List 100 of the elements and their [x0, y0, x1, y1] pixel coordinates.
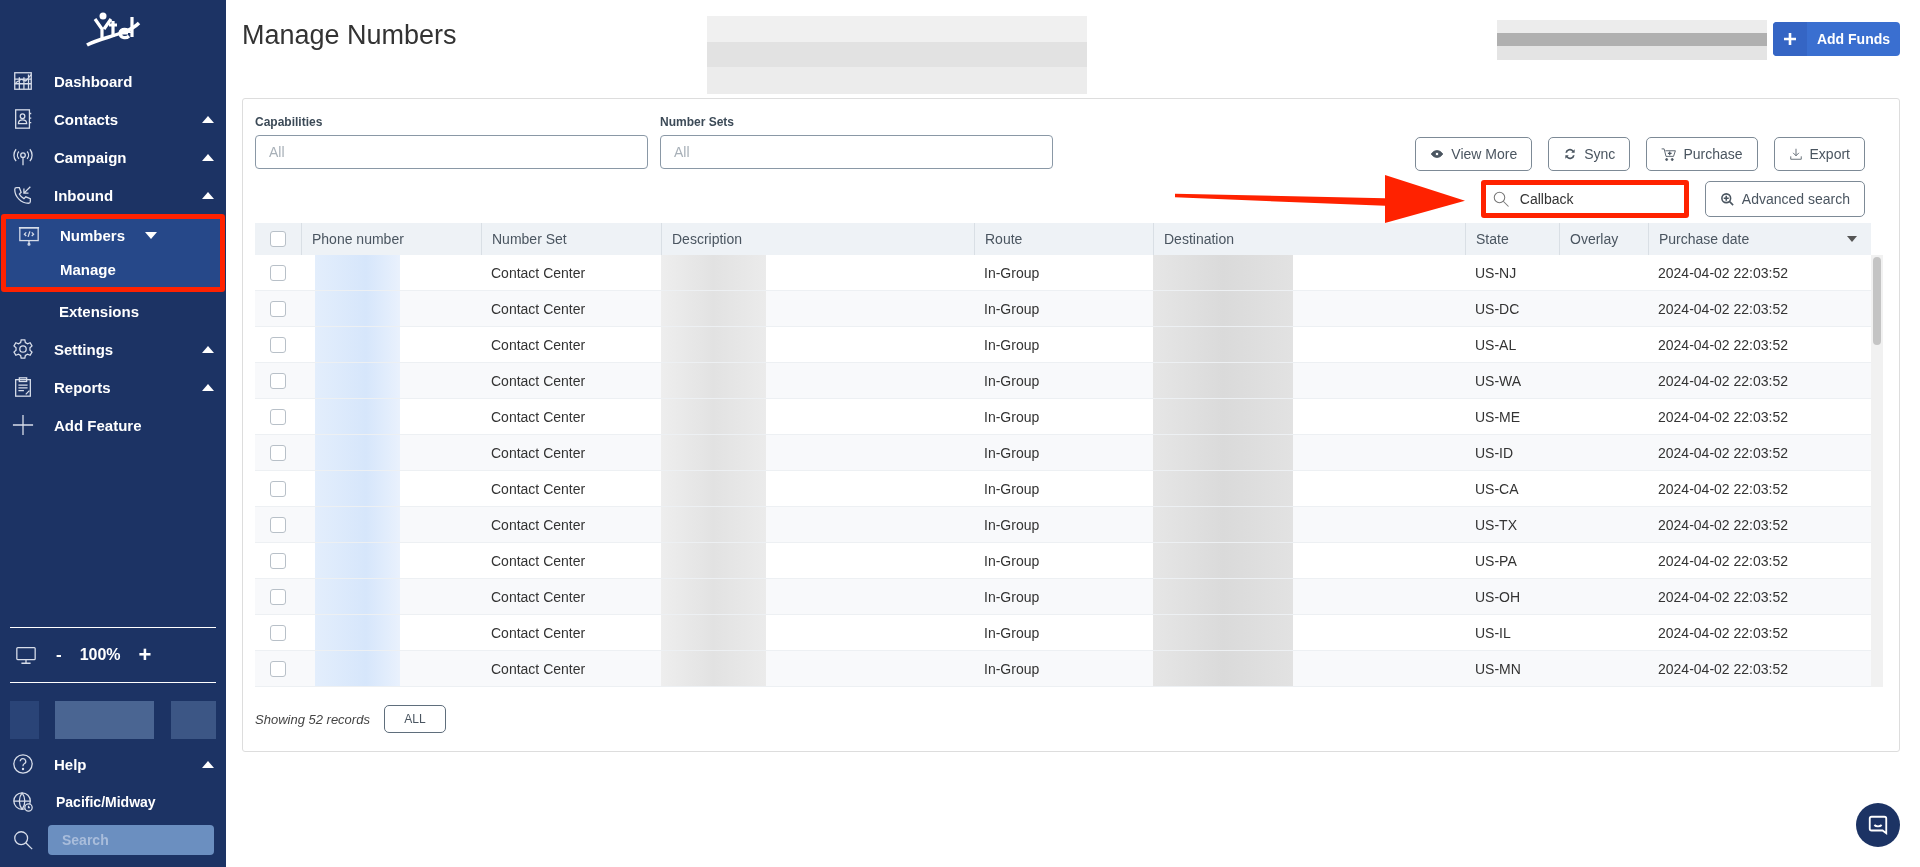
search-icon [1491, 190, 1510, 208]
checkbox[interactable] [270, 588, 286, 605]
zoom-in-button[interactable]: + [138, 642, 152, 668]
table-cell-text: In-Group [983, 444, 1041, 461]
nav-item[interactable]: Campaign [0, 138, 226, 176]
table-cell-text: US-DC [1474, 300, 1521, 317]
table-cell-text: 2024-04-02 22:03:52 [1657, 480, 1789, 497]
checkbox[interactable] [270, 624, 286, 641]
table-cell-text: US-IL [1474, 624, 1512, 641]
table-cell-text: In-Group [983, 516, 1041, 533]
contacts-icon [12, 108, 34, 130]
table-cell-text: Contact Center [490, 300, 587, 317]
column-header[interactable]: Overlay [1559, 223, 1648, 255]
filter-label: Capabilities [255, 115, 324, 129]
nav-item[interactable]: Settings [0, 330, 226, 368]
checkbox[interactable] [270, 660, 286, 677]
table-cell-text: In-Group [983, 300, 1041, 317]
checkbox[interactable] [270, 372, 286, 389]
table-cell-text: US-NJ [1474, 264, 1518, 281]
presentation-icon [18, 224, 40, 247]
checkbox[interactable] [270, 264, 286, 281]
table-cell-text: In-Group [983, 552, 1041, 569]
table-cell-text: Contact Center [490, 588, 587, 605]
table-cell-text: In-Group [983, 264, 1041, 281]
eye-icon [1430, 147, 1445, 161]
table-cell-text: Contact Center [490, 372, 587, 389]
plus-icon [1784, 33, 1796, 45]
checkbox[interactable] [270, 480, 286, 497]
checkbox[interactable] [270, 300, 286, 317]
table-cell-text: Contact Center [490, 624, 587, 641]
page-title: Manage Numbers [242, 20, 457, 51]
table-cell-text: In-Group [983, 624, 1041, 641]
action-button[interactable]: View More [1415, 137, 1533, 171]
action-button[interactable]: Sync [1548, 137, 1631, 171]
chat-button[interactable] [1856, 803, 1900, 847]
table-cell-text: 2024-04-02 22:03:52 [1657, 444, 1789, 461]
table-cell-text: 2024-04-02 22:03:52 [1657, 516, 1789, 533]
antenna-icon [12, 146, 34, 168]
checkbox[interactable] [270, 552, 286, 569]
column-header[interactable]: Route [974, 223, 1153, 255]
action-button[interactable]: Export [1773, 137, 1865, 171]
record-count: Showing 52 records [255, 711, 370, 727]
table-cell-text: In-Group [983, 588, 1041, 605]
table-cell-text: US-ID [1474, 444, 1515, 461]
zoom-out-button[interactable]: - [56, 645, 62, 665]
filter-label: Number Sets [660, 115, 736, 129]
nav-item[interactable]: Numbers [6, 219, 170, 252]
nav-item[interactable]: Help [0, 745, 226, 783]
table-cell-text: 2024-04-02 22:03:52 [1657, 372, 1789, 389]
nav-item[interactable]: Contacts [0, 100, 226, 138]
table-cell-text: In-Group [983, 336, 1041, 353]
globe-clock-icon [12, 791, 34, 813]
nav-item[interactable]: Inbound [0, 176, 226, 214]
action-button[interactable]: Purchase [1646, 137, 1758, 171]
table-cell-text: Contact Center [490, 660, 587, 677]
checkbox[interactable] [270, 516, 286, 533]
timezone-label[interactable]: Pacific/Midway [56, 794, 156, 810]
nav-item[interactable]: Dashboard [0, 62, 226, 100]
table-cell-text: In-Group [983, 372, 1041, 389]
table-cell-text: US-CA [1474, 480, 1520, 497]
table-cell-text: US-OH [1474, 588, 1522, 605]
table-cell-text: US-ME [1474, 408, 1522, 425]
advanced-search-button[interactable]: Advanced search [1704, 181, 1865, 217]
zoom-level: 100% [79, 646, 121, 664]
column-header[interactable]: State [1465, 223, 1559, 255]
search-field[interactable]: Search [48, 825, 214, 855]
clipboard-icon [12, 376, 34, 398]
checkbox[interactable] [270, 408, 286, 425]
table-cell-text: In-Group [983, 660, 1041, 677]
search-input[interactable]: Callback [1517, 190, 1662, 208]
add-funds-button[interactable]: Add Funds [1773, 22, 1900, 56]
zoom-in-icon [1719, 191, 1735, 207]
filter-field[interactable]: All [255, 135, 648, 169]
checkbox[interactable] [270, 444, 286, 461]
table-cell-text: 2024-04-02 22:03:52 [1657, 660, 1789, 677]
caret-icon [202, 760, 214, 768]
gear-icon [12, 338, 34, 360]
scrollbar[interactable] [1871, 255, 1883, 687]
table-cell-text: Contact Center [490, 336, 587, 353]
cart-icon [1661, 146, 1677, 162]
chart-icon [12, 70, 34, 92]
download-icon [1788, 147, 1803, 161]
column-header[interactable]: Purchase date [1648, 223, 1871, 255]
checkbox[interactable] [270, 336, 286, 353]
table-cell-text: Contact Center [490, 264, 587, 281]
nav-item[interactable]: Add Feature [0, 406, 226, 444]
table-cell-text: 2024-04-02 22:03:52 [1657, 624, 1789, 641]
nav-subitem[interactable]: Extensions [0, 292, 226, 330]
checkbox[interactable] [270, 231, 286, 247]
all-button[interactable]: ALL [383, 705, 446, 733]
table-cell-text: Contact Center [490, 516, 587, 533]
plus-icon [12, 414, 34, 436]
table-cell-text: US-WA [1474, 372, 1523, 389]
nav-item[interactable]: Reports [0, 368, 226, 406]
phone-icon [12, 184, 34, 206]
table-cell-text: US-AL [1474, 336, 1518, 353]
filter-field[interactable]: All [660, 135, 1053, 169]
column-header[interactable]: Number Set [481, 223, 661, 255]
table-cell-text: US-PA [1474, 552, 1518, 569]
search-field[interactable]: Callback [1480, 180, 1689, 218]
